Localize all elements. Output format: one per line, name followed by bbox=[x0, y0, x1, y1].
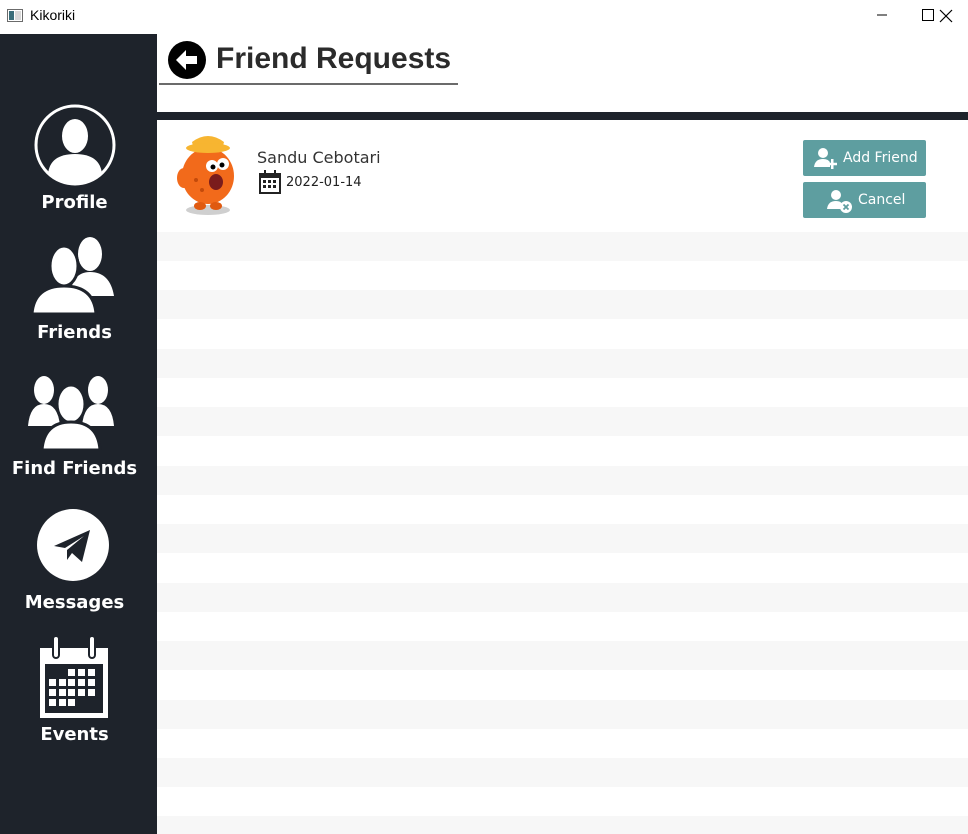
empty-row bbox=[157, 349, 968, 378]
empty-row bbox=[157, 290, 968, 319]
empty-row bbox=[157, 232, 968, 261]
sidebar: Profile Friends Find Friends Messages Ev… bbox=[0, 34, 157, 834]
friend-request-list: Sandu Cebotari 2022-01-14 Add Friend Can… bbox=[157, 120, 968, 834]
empty-row bbox=[157, 524, 968, 553]
sidebar-item-friends[interactable]: Friends bbox=[0, 234, 157, 346]
title-underline bbox=[159, 83, 458, 85]
messages-icon bbox=[37, 509, 109, 581]
add-friend-label: Add Friend bbox=[843, 150, 918, 166]
calendar-icon bbox=[40, 636, 108, 718]
app-icon bbox=[7, 9, 23, 22]
sidebar-item-label: Find Friends bbox=[11, 458, 138, 479]
sidebar-item-messages[interactable]: Messages bbox=[0, 508, 157, 620]
add-friend-button[interactable]: Add Friend bbox=[803, 140, 926, 176]
empty-row bbox=[157, 700, 968, 729]
back-arrow-icon[interactable] bbox=[168, 41, 206, 79]
close-icon bbox=[939, 9, 953, 23]
request-name: Sandu Cebotari bbox=[257, 148, 381, 167]
request-date: 2022-01-14 bbox=[286, 175, 362, 190]
avatar bbox=[177, 136, 234, 215]
calendar-icon bbox=[259, 170, 281, 194]
friends-icon bbox=[30, 237, 114, 316]
sidebar-item-label: Friends bbox=[37, 322, 112, 343]
sidebar-item-profile[interactable]: Profile bbox=[0, 104, 157, 216]
find-friends-icon bbox=[28, 376, 114, 450]
list-item: Sandu Cebotari 2022-01-14 Add Friend Can… bbox=[157, 120, 968, 232]
sidebar-item-find-friends[interactable]: Find Friends bbox=[0, 374, 157, 486]
empty-row bbox=[157, 641, 968, 670]
sidebar-item-label: Events bbox=[40, 724, 109, 745]
header-divider bbox=[157, 112, 968, 120]
empty-row bbox=[157, 583, 968, 612]
add-user-icon bbox=[814, 148, 837, 169]
close-button[interactable] bbox=[922, 0, 968, 32]
page-title: Friend Requests bbox=[216, 42, 452, 75]
title-bar: Kikoriki bbox=[0, 0, 968, 34]
empty-row bbox=[157, 466, 968, 495]
sidebar-item-label: Messages bbox=[24, 592, 125, 613]
empty-row bbox=[157, 407, 968, 436]
profile-icon bbox=[34, 104, 116, 186]
cancel-button[interactable]: Cancel bbox=[803, 182, 926, 218]
minimize-button[interactable] bbox=[859, 0, 905, 32]
empty-row bbox=[157, 758, 968, 787]
remove-user-icon bbox=[827, 190, 852, 213]
minimize-icon bbox=[877, 14, 887, 16]
sidebar-item-label: Profile bbox=[41, 192, 108, 213]
cancel-label: Cancel bbox=[858, 192, 906, 208]
empty-row bbox=[157, 816, 968, 834]
sidebar-item-events[interactable]: Events bbox=[0, 636, 157, 748]
window-title: Kikoriki bbox=[30, 7, 76, 23]
